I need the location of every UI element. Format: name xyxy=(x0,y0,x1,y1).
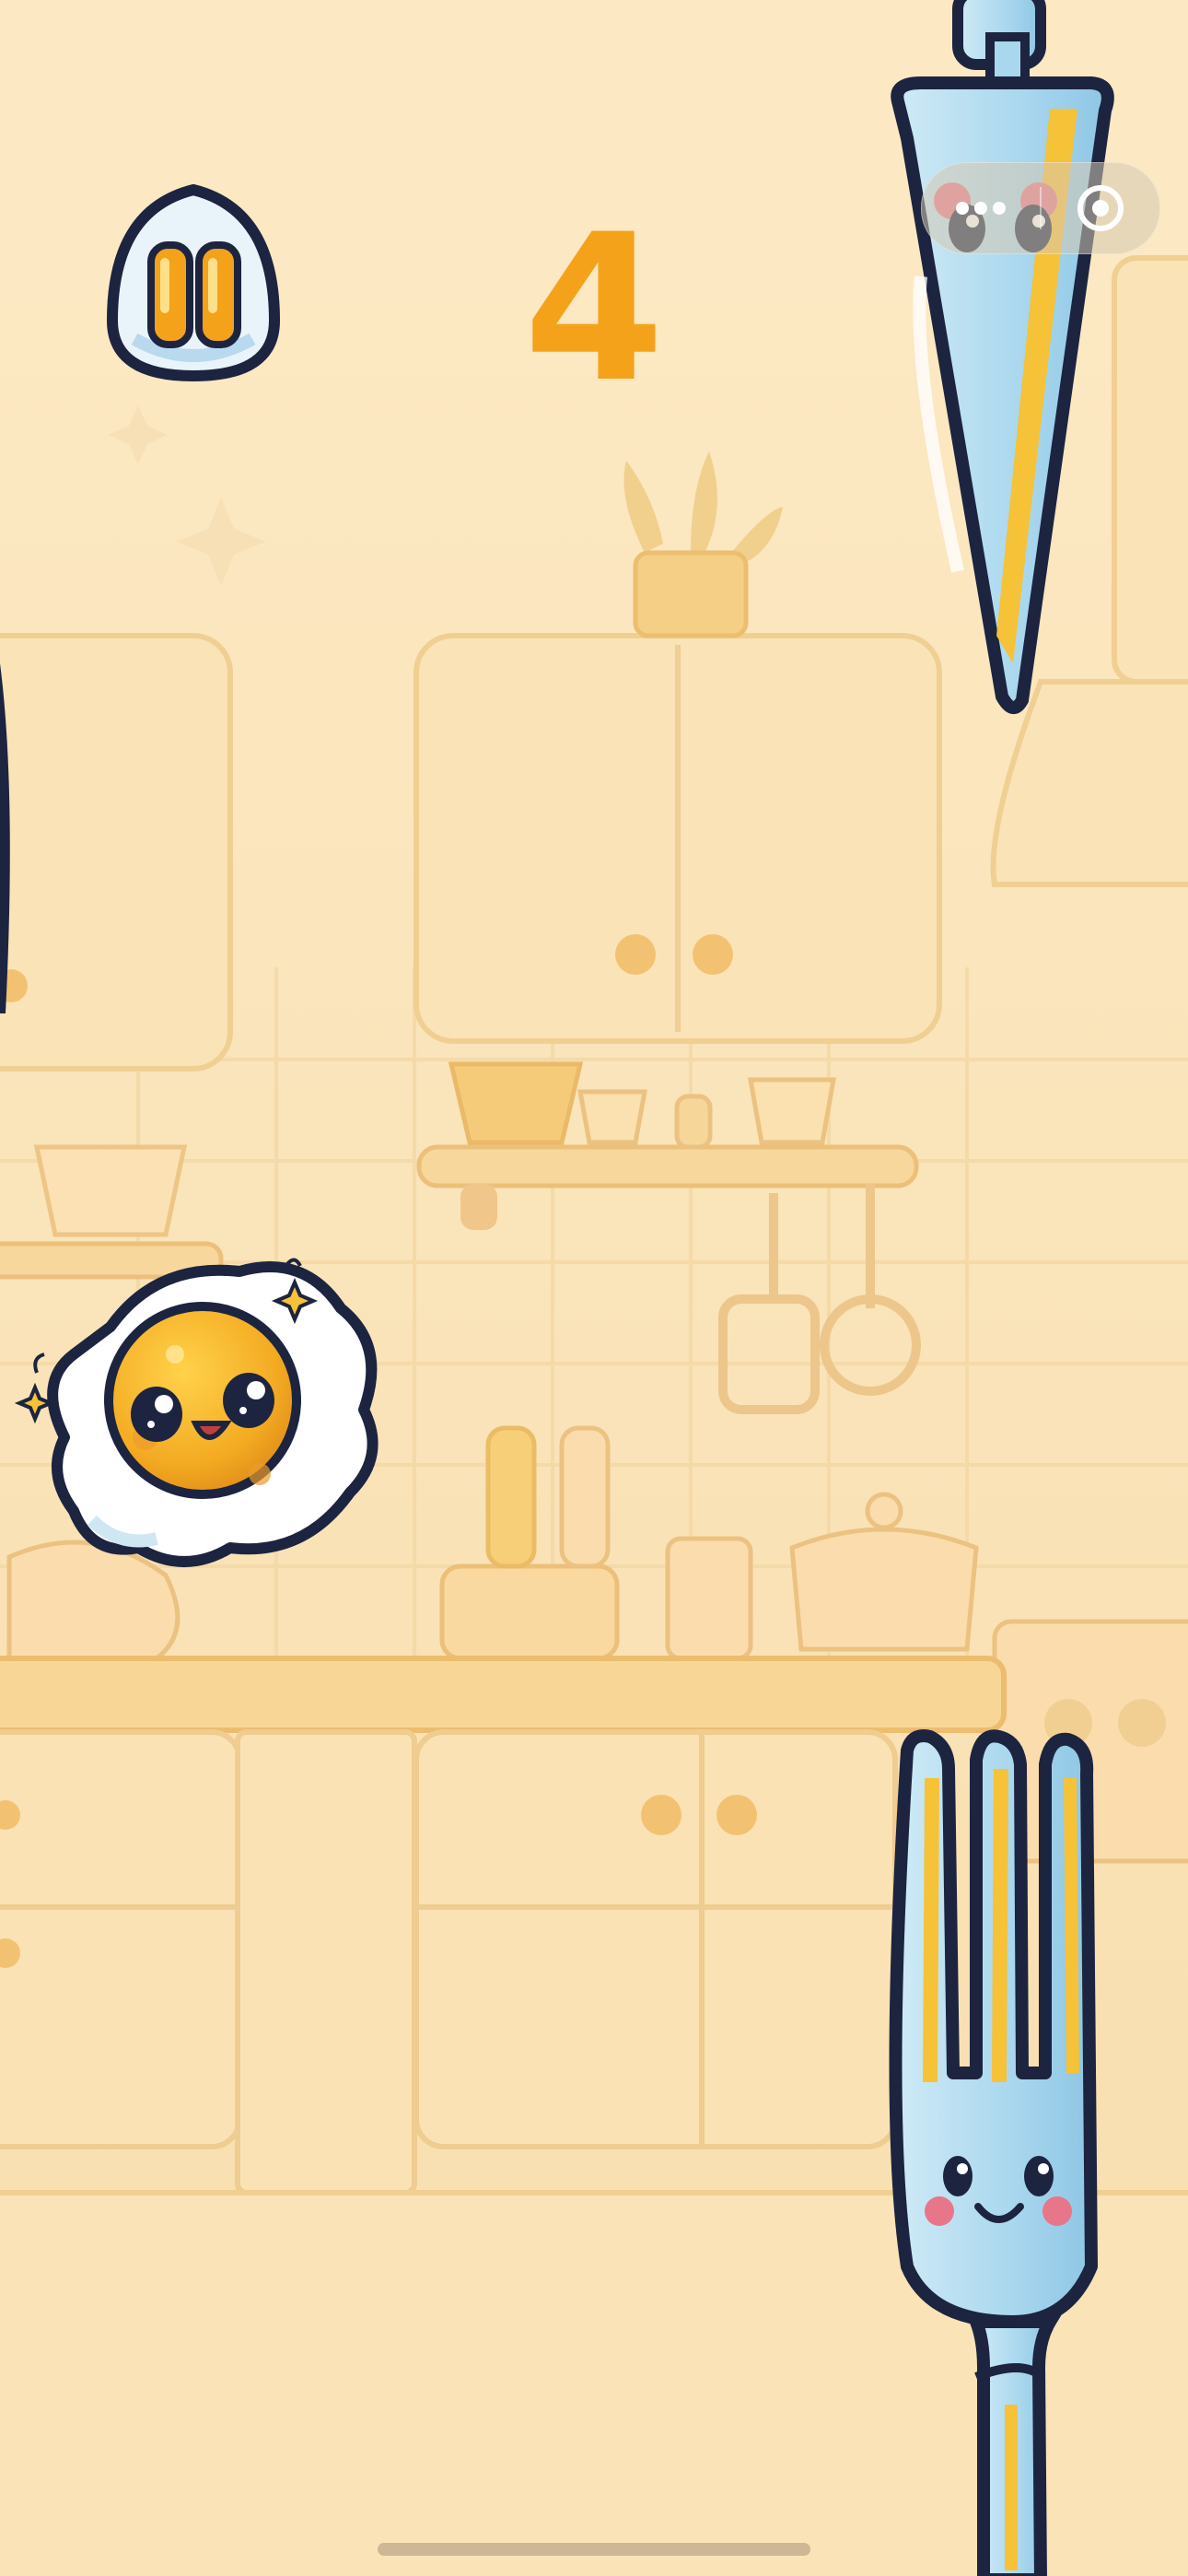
more-menu-button[interactable] xyxy=(922,163,1040,253)
target-circle-icon xyxy=(1077,185,1124,231)
pause-button[interactable] xyxy=(103,182,284,383)
game-stage[interactable]: 4 xyxy=(0,0,1188,2576)
home-indicator[interactable] xyxy=(378,2543,810,2556)
more-dots-icon xyxy=(956,202,1006,215)
mini-program-capsule xyxy=(921,162,1160,254)
close-app-button[interactable] xyxy=(1042,163,1159,253)
score-counter: 4 xyxy=(523,191,665,427)
